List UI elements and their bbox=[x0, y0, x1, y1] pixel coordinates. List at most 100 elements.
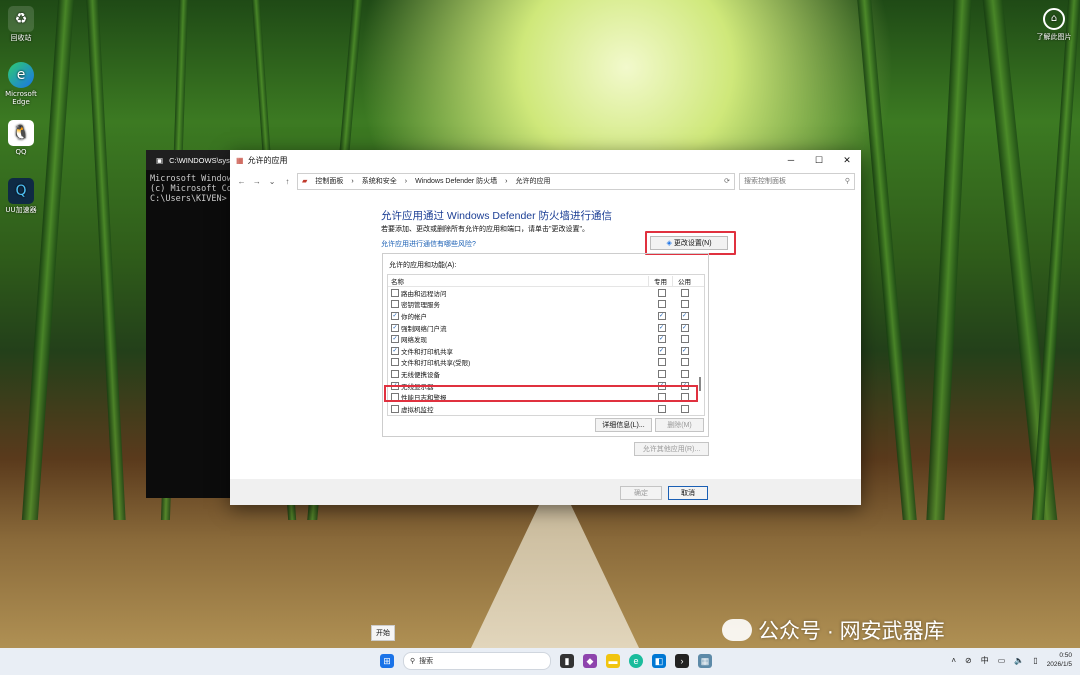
private-checkbox[interactable] bbox=[657, 300, 666, 309]
terminal-icon[interactable]: › bbox=[675, 654, 689, 668]
windows-start-icon[interactable]: ⊞ bbox=[380, 654, 394, 668]
allowed-apps-window[interactable]: ▦ 允许的应用 ─ ☐ ✕ ← → ⌄ ↑ ▰ 控制面板 › 系统和安全 › Win… bbox=[230, 150, 861, 505]
list-item-label: 网络发现 bbox=[401, 337, 427, 345]
network-off-icon[interactable]: ⊘ bbox=[965, 656, 972, 665]
private-checkbox[interactable]: ✓ bbox=[657, 346, 666, 355]
qq-icon: 🐧 bbox=[8, 120, 34, 146]
dialog-content: 允许应用通过 Windows Defender 防火墙进行通信 若要添加、更改或… bbox=[230, 192, 861, 479]
public-checkbox[interactable] bbox=[680, 358, 689, 367]
uu-accelerator-icon: Q bbox=[8, 178, 34, 204]
list-item-label: 文件和打印机共享(受限) bbox=[401, 360, 471, 368]
back-arrow-icon[interactable]: ← bbox=[236, 177, 247, 186]
list-item[interactable]: ✓ 强制网络门户流 ✓ ✓ bbox=[388, 322, 704, 334]
public-checkbox[interactable]: ✓ bbox=[680, 323, 689, 332]
cancel-button[interactable]: 取消 bbox=[668, 486, 708, 500]
enable-checkbox[interactable]: ✓ bbox=[391, 311, 399, 320]
task-view-icon[interactable]: ▮ bbox=[560, 654, 574, 668]
forward-arrow-icon[interactable]: → bbox=[251, 177, 262, 186]
desktop-icon-recycle-bin[interactable]: ♻ 回收站 bbox=[4, 6, 38, 42]
ok-button[interactable]: 确定 bbox=[620, 486, 662, 500]
clock[interactable]: 0:50 2026/1/5 bbox=[1047, 651, 1072, 669]
enable-checkbox[interactable] bbox=[391, 288, 399, 297]
breadcrumb-item[interactable]: Windows Defender 防火墙 bbox=[415, 176, 497, 186]
ime-indicator[interactable]: 中 bbox=[981, 655, 989, 666]
edge-taskbar-icon[interactable]: e bbox=[629, 654, 643, 668]
ethernet-icon[interactable]: ▭ bbox=[998, 656, 1006, 665]
enable-checkbox[interactable] bbox=[391, 358, 399, 367]
highlight-box-file-printer-sharing bbox=[384, 385, 698, 402]
list-item[interactable]: ✓ 你的帐户 ✓ ✓ bbox=[388, 310, 704, 322]
breadcrumb-item[interactable]: 系统和安全 bbox=[362, 176, 397, 186]
desktop-icon-uu[interactable]: Q UU加速器 bbox=[4, 178, 38, 214]
private-checkbox[interactable] bbox=[657, 369, 666, 378]
widgets-icon[interactable]: ◆ bbox=[583, 654, 597, 668]
volume-icon[interactable]: 🔈 bbox=[1014, 656, 1024, 665]
store-icon[interactable]: ◧ bbox=[652, 654, 666, 668]
list-item[interactable]: 无线便携设备 bbox=[388, 368, 704, 380]
allow-other-app-button[interactable]: 允许其他应用(R)... bbox=[634, 442, 709, 456]
enable-checkbox[interactable] bbox=[391, 369, 399, 378]
learn-about-picture[interactable]: ⌂ 了解此图片 bbox=[1032, 8, 1076, 42]
private-checkbox[interactable]: ✓ bbox=[657, 323, 666, 332]
file-explorer-icon[interactable]: ▬ bbox=[606, 654, 620, 668]
window-titlebar[interactable]: ▦ 允许的应用 ─ ☐ ✕ bbox=[230, 150, 861, 170]
private-checkbox[interactable]: ✓ bbox=[657, 335, 666, 344]
chevron-up-icon[interactable]: ˄ bbox=[951, 656, 956, 665]
list-item[interactable]: 路由和远程访问 bbox=[388, 287, 704, 299]
up-arrow-icon[interactable]: ↑ bbox=[282, 177, 293, 186]
private-checkbox[interactable] bbox=[657, 358, 666, 367]
public-checkbox[interactable]: ✓ bbox=[680, 311, 689, 320]
list-item[interactable]: 密钥管理服务 bbox=[388, 299, 704, 311]
desktop-icon-qq[interactable]: 🐧 QQ bbox=[4, 120, 38, 156]
private-checkbox[interactable] bbox=[657, 288, 666, 297]
details-button[interactable]: 详细信息(L)... bbox=[595, 418, 652, 432]
column-private: 专用 bbox=[648, 275, 672, 286]
maximize-button[interactable]: ☐ bbox=[805, 155, 833, 166]
search-input[interactable]: 搜索控制面板 ⚲ bbox=[739, 172, 855, 190]
refresh-icon[interactable]: ⟳ bbox=[724, 177, 730, 185]
desktop-icon-label: UU加速器 bbox=[5, 206, 37, 214]
breadcrumb[interactable]: ▰ 控制面板 › 系统和安全 › Windows Defender 防火墙 › 允许的… bbox=[297, 172, 735, 190]
private-checkbox[interactable] bbox=[657, 404, 666, 413]
desktop-icon-edge[interactable]: e Microsoft Edge bbox=[4, 62, 38, 106]
enable-checkbox[interactable]: ✓ bbox=[391, 323, 399, 332]
wechat-logo-icon bbox=[722, 619, 752, 641]
breadcrumb-item[interactable]: 控制面板 bbox=[315, 176, 343, 186]
control-panel-taskbar-icon[interactable]: ▦ bbox=[698, 654, 712, 668]
public-checkbox[interactable] bbox=[680, 300, 689, 309]
list-item[interactable]: ✓ 网络发现 ✓ bbox=[388, 333, 704, 345]
risk-link[interactable]: 允许应用进行通信有哪些风险? bbox=[381, 239, 476, 249]
info-camera-icon: ⌂ bbox=[1043, 8, 1065, 30]
desktop-icon-label: 回收站 bbox=[10, 34, 32, 42]
dialog-footer: 确定 取消 bbox=[230, 479, 861, 505]
enable-checkbox[interactable] bbox=[391, 404, 399, 413]
enable-checkbox[interactable]: ✓ bbox=[391, 335, 399, 344]
list-item[interactable]: 虚拟机监控 bbox=[388, 403, 704, 415]
private-checkbox[interactable]: ✓ bbox=[657, 311, 666, 320]
public-checkbox[interactable] bbox=[680, 288, 689, 297]
breadcrumb-item[interactable]: 允许的应用 bbox=[516, 176, 551, 186]
list-item[interactable]: ✓ 文件和打印机共享 ✓ ✓ bbox=[388, 345, 704, 357]
chevron-down-icon[interactable]: ⌄ bbox=[267, 177, 278, 186]
list-item[interactable]: 文件和打印机共享(受限) bbox=[388, 357, 704, 369]
enable-checkbox[interactable] bbox=[391, 300, 399, 309]
public-checkbox[interactable] bbox=[680, 369, 689, 378]
clock-time: 0:50 bbox=[1059, 652, 1072, 659]
search-placeholder: 搜索控制面板 bbox=[744, 178, 786, 185]
allowed-apps-group: 允许的应用和功能(A): 名称 专用 公用 路由和远程访问 密钥管理服务 ✓ 你的帐户… bbox=[382, 253, 709, 437]
battery-icon[interactable]: ▯ bbox=[1033, 656, 1037, 665]
search-icon: ⚲ bbox=[844, 178, 850, 185]
public-checkbox[interactable] bbox=[680, 335, 689, 344]
list-item-label: 密钥管理服务 bbox=[401, 302, 440, 310]
public-checkbox[interactable]: ✓ bbox=[680, 346, 689, 355]
page-description: 若要添加、更改或删除所有允许的应用和端口，请单击"更改设置"。 bbox=[381, 226, 589, 233]
enable-checkbox[interactable]: ✓ bbox=[391, 346, 399, 355]
delete-button[interactable]: 删除(M) bbox=[655, 418, 704, 432]
public-checkbox[interactable] bbox=[680, 404, 689, 413]
control-panel-icon: ▰ bbox=[302, 178, 308, 185]
minimize-button[interactable]: ─ bbox=[777, 155, 805, 166]
start-tooltip: 开始 bbox=[371, 625, 395, 641]
close-button[interactable]: ✕ bbox=[833, 155, 861, 166]
taskbar-search[interactable]: ⚲ 搜索 bbox=[403, 652, 551, 670]
list-item-label: 无线便携设备 bbox=[401, 371, 440, 379]
